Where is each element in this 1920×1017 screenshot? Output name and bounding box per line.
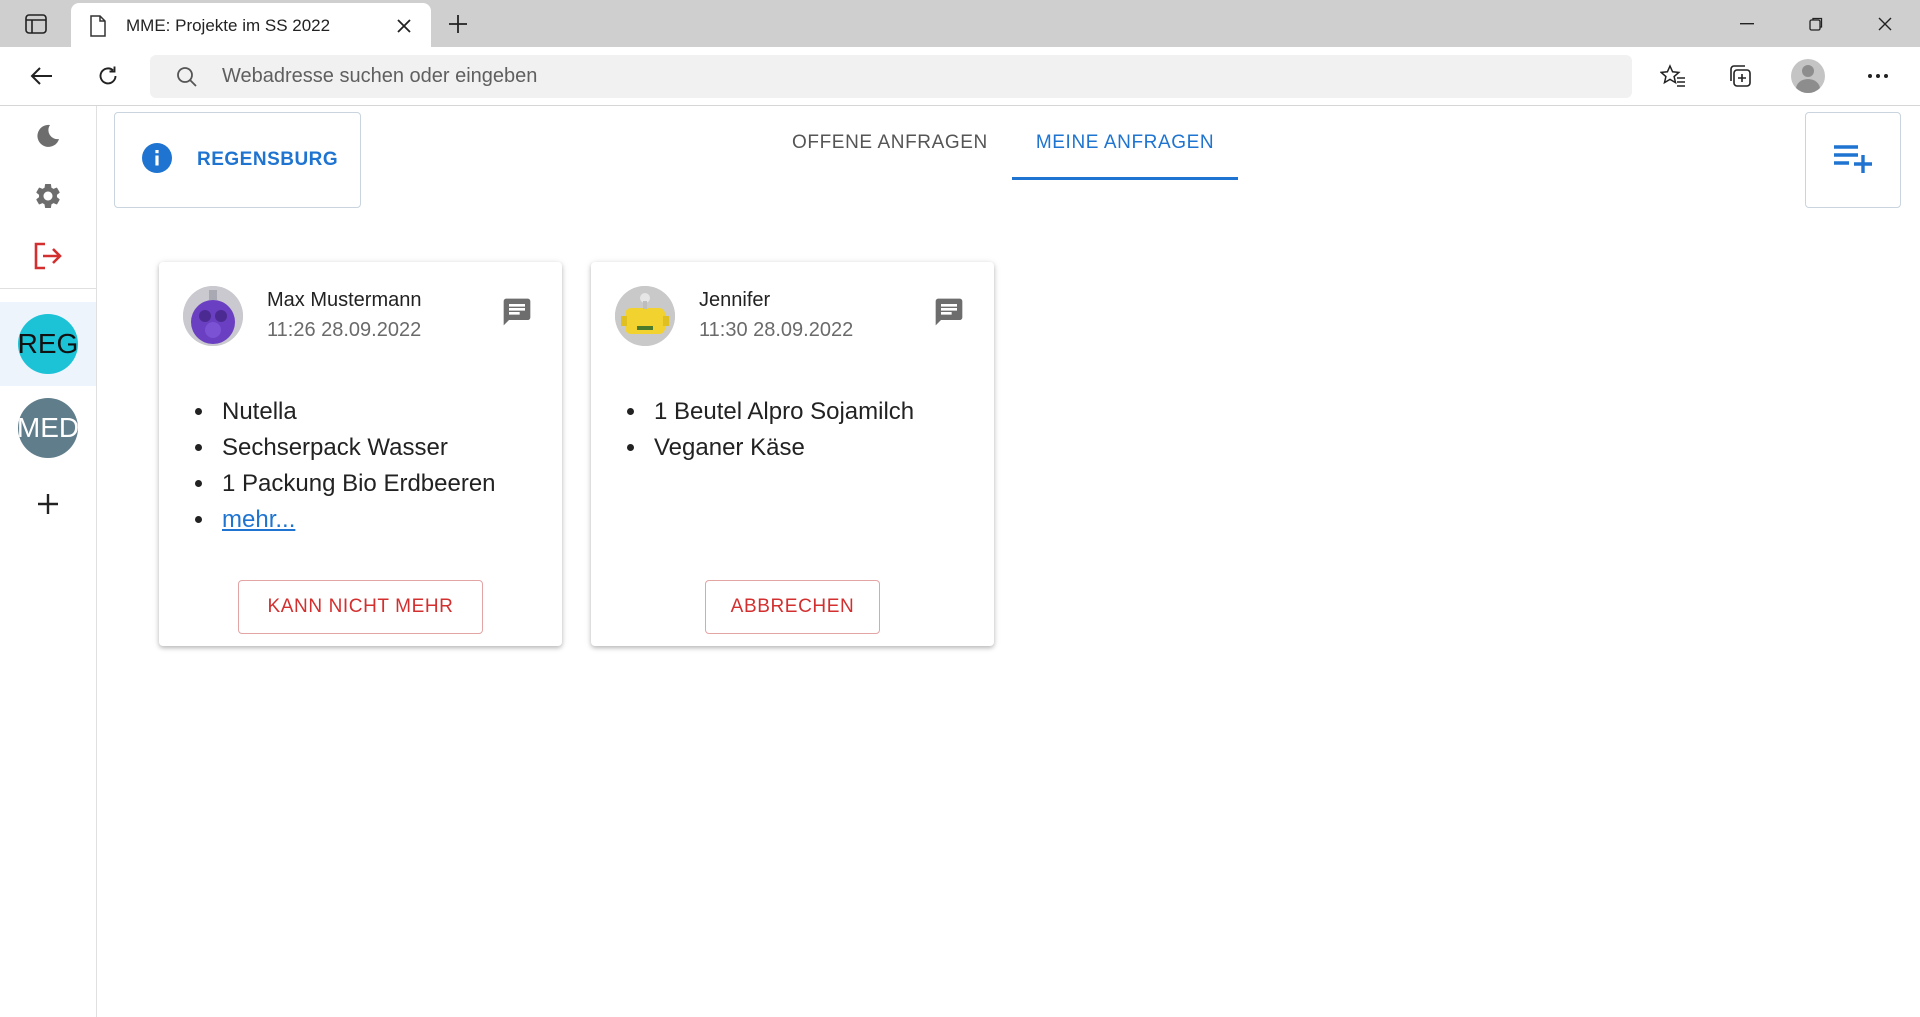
list-item: 1 Packung Bio Erdbeeren: [216, 466, 496, 502]
list-item: mehr...: [216, 502, 496, 538]
add-group-icon[interactable]: [28, 484, 68, 524]
list-item: Veganer Käse: [648, 430, 914, 466]
group-item-med[interactable]: MED: [0, 386, 96, 470]
tab-open-requests[interactable]: OFFENE ANFRAGEN: [768, 106, 1012, 180]
user-avatar: [183, 286, 243, 346]
info-icon: [141, 142, 173, 179]
address-bar: [0, 47, 1920, 106]
rail-divider: [0, 288, 96, 289]
location-label: REGENSBURG: [197, 149, 339, 170]
user-name: Max Mustermann: [267, 289, 422, 311]
url-field[interactable]: [150, 55, 1632, 98]
request-tabs: OFFENE ANFRAGEN MEINE ANFRAGEN: [768, 106, 1239, 180]
app-root: REG MED REGENSBURG OFFENE ANFRAGEN MEINE…: [0, 106, 1920, 1017]
settings-gear-icon[interactable]: [28, 176, 68, 216]
close-window-icon[interactable]: [1851, 0, 1919, 47]
request-time: 11:26 28.09.2022: [267, 319, 422, 341]
reload-icon[interactable]: [88, 58, 128, 94]
list-item: Sechserpack Wasser: [216, 430, 496, 466]
browser-tab-bar: MME: Projekte im SS 2022: [0, 0, 1920, 47]
search-icon: [176, 66, 198, 93]
playlist-add-icon: [1831, 141, 1875, 180]
shopping-list: 1 Beutel Alpro Sojamilch Veganer Käse: [648, 394, 914, 466]
add-request-button[interactable]: [1805, 112, 1901, 208]
back-icon[interactable]: [22, 58, 62, 94]
cancel-button[interactable]: ABBRECHEN: [705, 580, 880, 634]
shopping-list: Nutella Sechserpack Wasser 1 Packung Bio…: [216, 394, 496, 538]
side-rail: REG MED: [0, 106, 97, 1017]
new-tab-icon[interactable]: [440, 8, 476, 40]
cannot-anymore-button[interactable]: KANN NICHT MEHR: [238, 580, 483, 634]
group-avatar-med: MED: [18, 398, 78, 458]
list-item: 1 Beutel Alpro Sojamilch: [648, 394, 914, 430]
group-item-reg[interactable]: REG: [0, 302, 96, 386]
chat-icon[interactable]: [497, 292, 537, 332]
document-icon: [89, 15, 107, 42]
minimize-icon[interactable]: [1713, 0, 1781, 47]
location-info-button[interactable]: REGENSBURG: [114, 112, 361, 208]
tab-my-requests[interactable]: MEINE ANFRAGEN: [1011, 106, 1239, 180]
request-time: 11:30 28.09.2022: [699, 319, 854, 341]
tab-title: MME: Projekte im SS 2022: [126, 16, 331, 35]
browser-tab[interactable]: MME: Projekte im SS 2022: [71, 3, 431, 47]
address-input[interactable]: [222, 55, 1602, 98]
user-name: Jennifer: [699, 289, 771, 311]
group-avatar-reg: REG: [18, 314, 78, 374]
request-card: Max Mustermann 11:26 28.09.2022 Nutella …: [159, 262, 562, 646]
profile-avatar[interactable]: [1788, 58, 1828, 94]
more-menu-icon[interactable]: [1858, 58, 1898, 94]
logout-icon[interactable]: [28, 236, 68, 276]
list-item: Nutella: [216, 394, 496, 430]
chat-icon[interactable]: [929, 292, 969, 332]
collections-icon[interactable]: [1720, 58, 1760, 94]
more-link[interactable]: mehr...: [222, 506, 295, 533]
restore-icon[interactable]: [1782, 0, 1850, 47]
dark-mode-icon[interactable]: [28, 116, 68, 156]
tab-actions-icon[interactable]: [16, 8, 56, 40]
request-card: Jennifer 11:30 28.09.2022 1 Beutel Alpro…: [591, 262, 994, 646]
favorites-icon[interactable]: [1653, 58, 1693, 94]
close-tab-icon[interactable]: [391, 13, 417, 39]
user-avatar: [615, 286, 675, 346]
